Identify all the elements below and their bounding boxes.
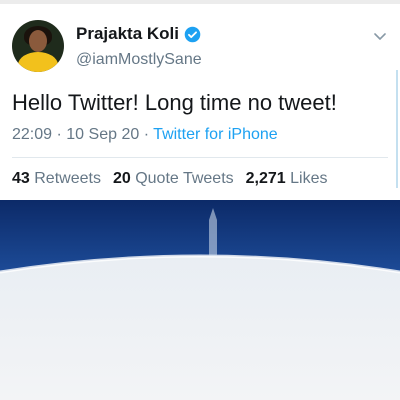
scroll-indicator bbox=[396, 70, 398, 188]
retweets-label: Retweets bbox=[34, 170, 101, 187]
quotes-count: 20 bbox=[112, 170, 131, 187]
divider bbox=[12, 157, 388, 158]
tweet-meta: 22:09 · 10 Sep 20 · Twitter for iPhone bbox=[12, 126, 278, 144]
verified-badge-icon bbox=[184, 26, 201, 43]
quotes-label: Quote Tweets bbox=[135, 170, 234, 187]
tweet-time: 22:09 bbox=[12, 126, 53, 143]
display-name[interactable]: Prajakta Koli bbox=[76, 24, 179, 44]
photo-earth-horizon bbox=[0, 200, 400, 400]
user-handle[interactable]: @iamMostlySane bbox=[76, 51, 202, 69]
tweet-source-link[interactable]: Twitter for iPhone bbox=[153, 126, 278, 143]
likes-label: Likes bbox=[290, 170, 328, 187]
name-row[interactable]: Prajakta Koli bbox=[76, 24, 201, 44]
retweets-count: 43 bbox=[12, 170, 30, 187]
retweets-stat[interactable]: 43 Retweets bbox=[12, 170, 101, 187]
chevron-down-icon[interactable] bbox=[372, 30, 388, 42]
likes-count: 2,271 bbox=[245, 170, 286, 187]
tweet-date: 10 Sep 20 bbox=[66, 126, 140, 143]
meta-separator: · bbox=[143, 126, 150, 143]
tweet-stats: 43 Retweets 20 Quote Tweets 2,271 Likes bbox=[12, 170, 328, 188]
quotes-stat[interactable]: 20 Quote Tweets bbox=[113, 170, 234, 187]
likes-stat[interactable]: 2,271 Likes bbox=[246, 170, 328, 187]
tweet-text: Hello Twitter! Long time no tweet! bbox=[12, 90, 337, 115]
avatar[interactable] bbox=[12, 20, 64, 72]
meta-separator: · bbox=[56, 126, 62, 143]
tweet-card[interactable]: Prajakta Koli @iamMostlySane Hello Twitt… bbox=[0, 4, 400, 200]
